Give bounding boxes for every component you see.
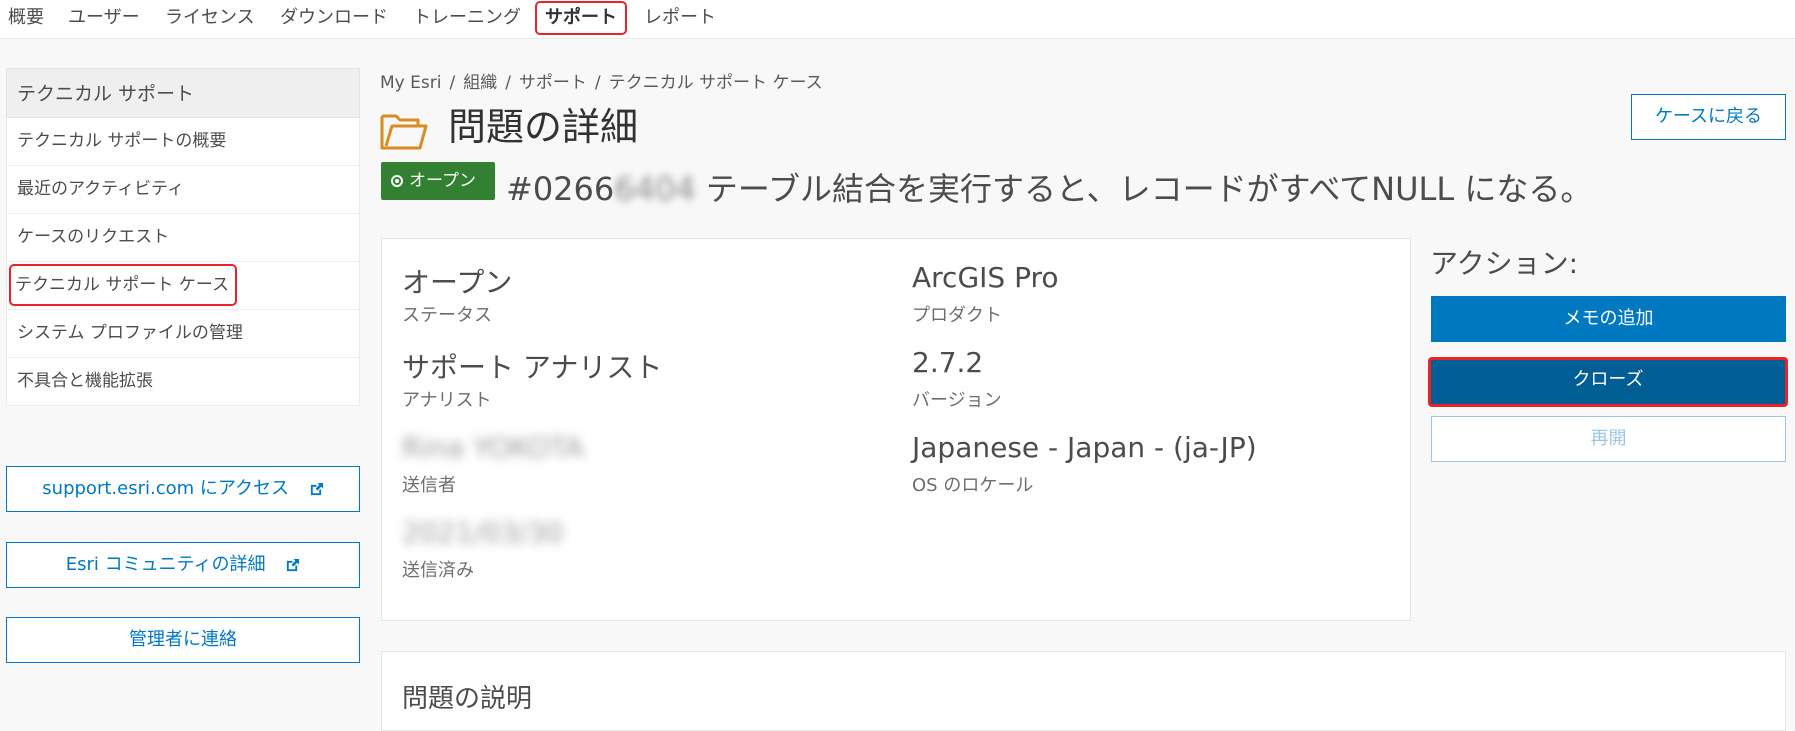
case-heading: #02666404 テーブル結合を実行すると、レコードがすべてNULL になる。 bbox=[506, 164, 1592, 210]
community-link-button[interactable]: Esri コミュニティの詳細 bbox=[6, 542, 360, 588]
tab-reports[interactable]: レポート bbox=[636, 3, 724, 33]
breadcrumb-separator: / bbox=[505, 73, 511, 93]
field-submitter: Rina YOKOTA 送信者 bbox=[402, 431, 584, 497]
sidebar-item-label: テクニカル サポート ケース bbox=[9, 264, 237, 306]
field-version: 2.7.2 バージョン bbox=[912, 346, 1002, 412]
breadcrumb-support[interactable]: サポート bbox=[519, 73, 587, 93]
support-site-link-label: support.esri.com にアクセス bbox=[42, 478, 289, 499]
field-locale: Japanese - Japan - (ja-JP) OS のロケール bbox=[912, 431, 1257, 497]
field-product: ArcGIS Pro プロダクト bbox=[912, 261, 1059, 327]
status-badge-label: オープン bbox=[409, 171, 476, 191]
sidebar-item-system-profile[interactable]: システム プロファイルの管理 bbox=[6, 310, 360, 358]
case-number: #0266 bbox=[506, 170, 615, 208]
sidebar-item-overview[interactable]: テクニカル サポートの概要 bbox=[6, 118, 360, 166]
actions-title: アクション: bbox=[1430, 247, 1579, 280]
tab-users[interactable]: ユーザー bbox=[60, 3, 148, 33]
external-link-icon bbox=[287, 558, 300, 572]
case-details-panel: オープン ステータス サポート アナリスト アナリスト Rina YOKOTA … bbox=[381, 238, 1411, 621]
breadcrumb: My Esri / 組織 / サポート / テクニカル サポート ケース bbox=[380, 68, 823, 93]
sidebar: テクニカル サポート テクニカル サポートの概要 最近のアクティビティ ケースの… bbox=[6, 68, 360, 406]
description-panel: 問題の説明 bbox=[381, 651, 1786, 731]
field-version-label: バージョン bbox=[912, 390, 1002, 411]
field-submitted-value: 2021/03/30 bbox=[402, 516, 564, 549]
field-locale-label: OS のロケール bbox=[912, 475, 1034, 496]
case-title: テーブル結合を実行すると、レコードがすべてNULL になる。 bbox=[705, 170, 1593, 208]
sidebar-item-recent-activity[interactable]: 最近のアクティビティ bbox=[6, 166, 360, 214]
field-submitted: 2021/03/30 送信済み bbox=[402, 516, 563, 582]
radio-dot-icon bbox=[391, 175, 403, 187]
field-submitter-label: 送信者 bbox=[402, 475, 456, 496]
community-link-label: Esri コミュニティの詳細 bbox=[65, 554, 266, 575]
sidebar-item-bugs-enhancements[interactable]: 不具合と機能拡張 bbox=[6, 358, 360, 406]
back-to-cases-button[interactable]: ケースに戻る bbox=[1631, 94, 1786, 140]
top-nav: 概要 ユーザー ライセンス ダウンロード トレーニング サポート レポート bbox=[0, 0, 1795, 39]
support-site-link-button[interactable]: support.esri.com にアクセス bbox=[6, 466, 360, 512]
field-status: オープン ステータス bbox=[402, 261, 512, 327]
sidebar-header: テクニカル サポート bbox=[6, 68, 360, 118]
field-version-value: 2.7.2 bbox=[912, 346, 984, 379]
sidebar-item-support-cases[interactable]: テクニカル サポート ケース bbox=[6, 262, 360, 310]
tab-downloads[interactable]: ダウンロード bbox=[272, 3, 396, 33]
contact-admin-button[interactable]: 管理者に連絡 bbox=[6, 617, 360, 663]
field-analyst: サポート アナリスト アナリスト bbox=[402, 346, 662, 412]
breadcrumb-myesri[interactable]: My Esri bbox=[380, 73, 441, 93]
breadcrumb-separator: / bbox=[594, 73, 601, 93]
field-product-label: プロダクト bbox=[912, 305, 1002, 326]
field-product-value: ArcGIS Pro bbox=[912, 261, 1059, 294]
status-badge: オープン bbox=[381, 162, 495, 200]
breadcrumb-support-cases[interactable]: テクニカル サポート ケース bbox=[609, 73, 823, 93]
add-memo-button[interactable]: メモの追加 bbox=[1431, 296, 1786, 342]
breadcrumb-separator: / bbox=[449, 73, 456, 93]
sidebar-item-request-case[interactable]: ケースのリクエスト bbox=[6, 214, 360, 262]
tab-support[interactable]: サポート bbox=[535, 1, 627, 35]
case-number-redacted: 6404 bbox=[614, 170, 696, 208]
close-case-button[interactable]: クローズ bbox=[1428, 357, 1788, 407]
reopen-case-button[interactable]: 再開 bbox=[1431, 416, 1786, 462]
tab-training[interactable]: トレーニング bbox=[405, 3, 529, 33]
folder-open-icon bbox=[380, 114, 428, 150]
description-title: 問題の説明 bbox=[402, 684, 533, 714]
tab-licenses[interactable]: ライセンス bbox=[157, 3, 263, 33]
field-locale-value: Japanese - Japan - (ja-JP) bbox=[912, 431, 1257, 464]
external-link-icon bbox=[310, 482, 323, 496]
field-status-label: ステータス bbox=[402, 305, 492, 326]
breadcrumb-organization[interactable]: 組織 bbox=[463, 73, 497, 93]
field-analyst-label: アナリスト bbox=[402, 390, 492, 411]
page-title: 問題の詳細 bbox=[448, 105, 639, 149]
field-submitter-value: Rina YOKOTA bbox=[402, 431, 584, 464]
field-status-value: オープン bbox=[402, 266, 513, 299]
tab-overview[interactable]: 概要 bbox=[0, 3, 52, 33]
field-submitted-label: 送信済み bbox=[402, 560, 474, 581]
field-analyst-value: サポート アナリスト bbox=[402, 351, 663, 384]
